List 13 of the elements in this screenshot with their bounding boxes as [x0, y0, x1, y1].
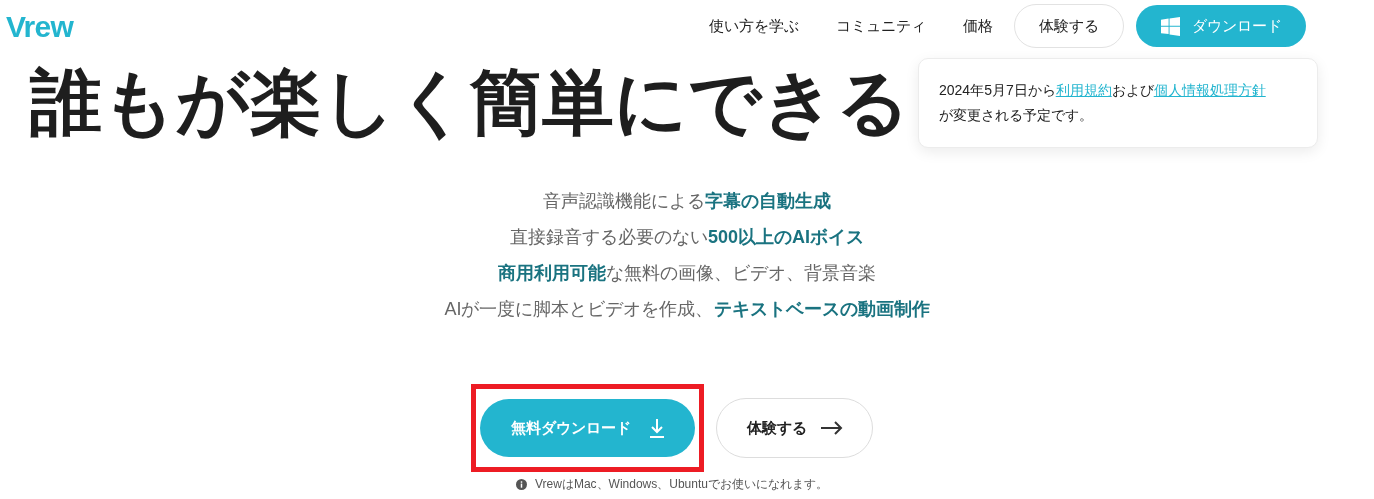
feature-line: 商用利用可能な無料の画像、ビデオ、背景音楽 — [498, 262, 876, 285]
nav-link[interactable]: 使い方を学ぶ — [709, 14, 799, 38]
notice-text: 2024年5月7日から利用規約および個人情報処理方針 が変更される予定です。 — [939, 81, 1267, 125]
feature-line: 直接録音する必要のない500以上のAIボイス — [509, 226, 864, 249]
nav-link[interactable]: コミュニティ — [836, 14, 926, 38]
windows-icon — [1160, 16, 1180, 36]
feature-line: AIが一度に脚本とビデオを作成、テキストベースの動画制作 — [444, 298, 930, 321]
download-icon — [648, 418, 665, 438]
nav-link[interactable]: 価格 — [963, 14, 993, 38]
platform-note: VrewはMac、Windows、Ubuntuでお使いになれます。 — [535, 476, 828, 493]
info-icon — [516, 478, 527, 490]
feature-line: 音声認識機能による字幕の自動生成 — [543, 190, 831, 213]
arrow-right-icon — [820, 421, 843, 435]
